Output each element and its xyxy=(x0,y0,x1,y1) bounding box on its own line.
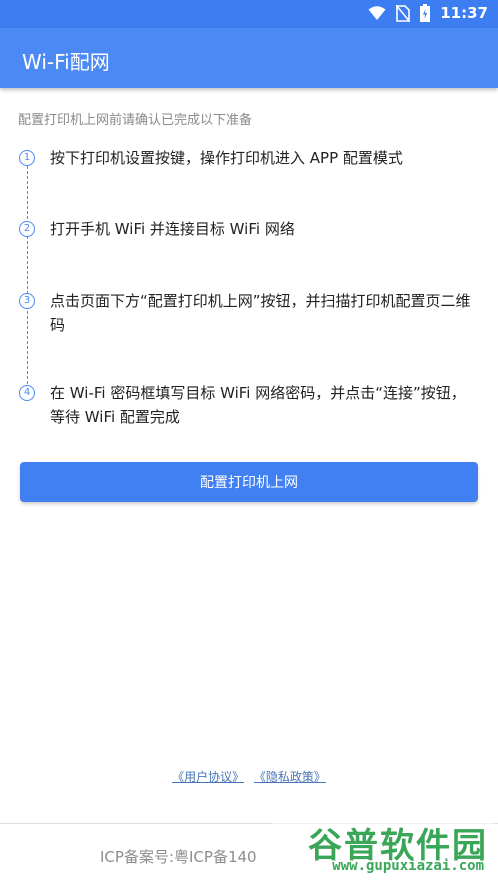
no-sim-icon xyxy=(396,4,411,22)
status-icons: 11:37 xyxy=(368,4,488,22)
step-text-3: 点击页面下方“配置打印机上网”按钮，并扫描打印机配置页二维码 xyxy=(50,292,471,334)
steps-connector-line xyxy=(27,166,28,389)
page-title: Wi-Fi配网 xyxy=(22,50,110,74)
app-bar: Wi-Fi配网 xyxy=(0,28,498,88)
intro-text: 配置打印机上网前请确认已完成以下准备 xyxy=(18,113,253,128)
step-number-1: 1 xyxy=(19,150,35,166)
step-text-4: 在 Wi-Fi 密码框填写目标 WiFi 网络密码，并点击“连接”按钮，等待 W… xyxy=(50,384,466,426)
watermark: 谷普软件园 www.gupuxiazai.com xyxy=(272,818,494,882)
status-bar: 11:37 xyxy=(0,0,498,28)
watermark-url: www.gupuxiazai.com xyxy=(332,858,484,874)
battery-icon xyxy=(420,4,431,22)
step-number-3: 3 xyxy=(19,293,35,309)
icp-record-text: ICP备案号:粤ICP备140 xyxy=(100,848,257,866)
step-number-4: 4 xyxy=(19,385,35,401)
clock: 11:37 xyxy=(440,4,488,22)
wifi-icon xyxy=(368,6,386,20)
step-text-2: 打开手机 WiFi 并连接目标 WiFi 网络 xyxy=(50,220,295,238)
legal-links: 《用户协议》 《隐私政策》 xyxy=(0,768,498,785)
step-number-2: 2 xyxy=(19,221,35,237)
step-text-1: 按下打印机设置按键，操作打印机进入 APP 配置模式 xyxy=(50,149,403,167)
user-agreement-link[interactable]: 《用户协议》 xyxy=(172,770,244,784)
privacy-policy-link[interactable]: 《隐私政策》 xyxy=(254,770,326,784)
configure-printer-button[interactable]: 配置打印机上网 xyxy=(20,462,478,502)
